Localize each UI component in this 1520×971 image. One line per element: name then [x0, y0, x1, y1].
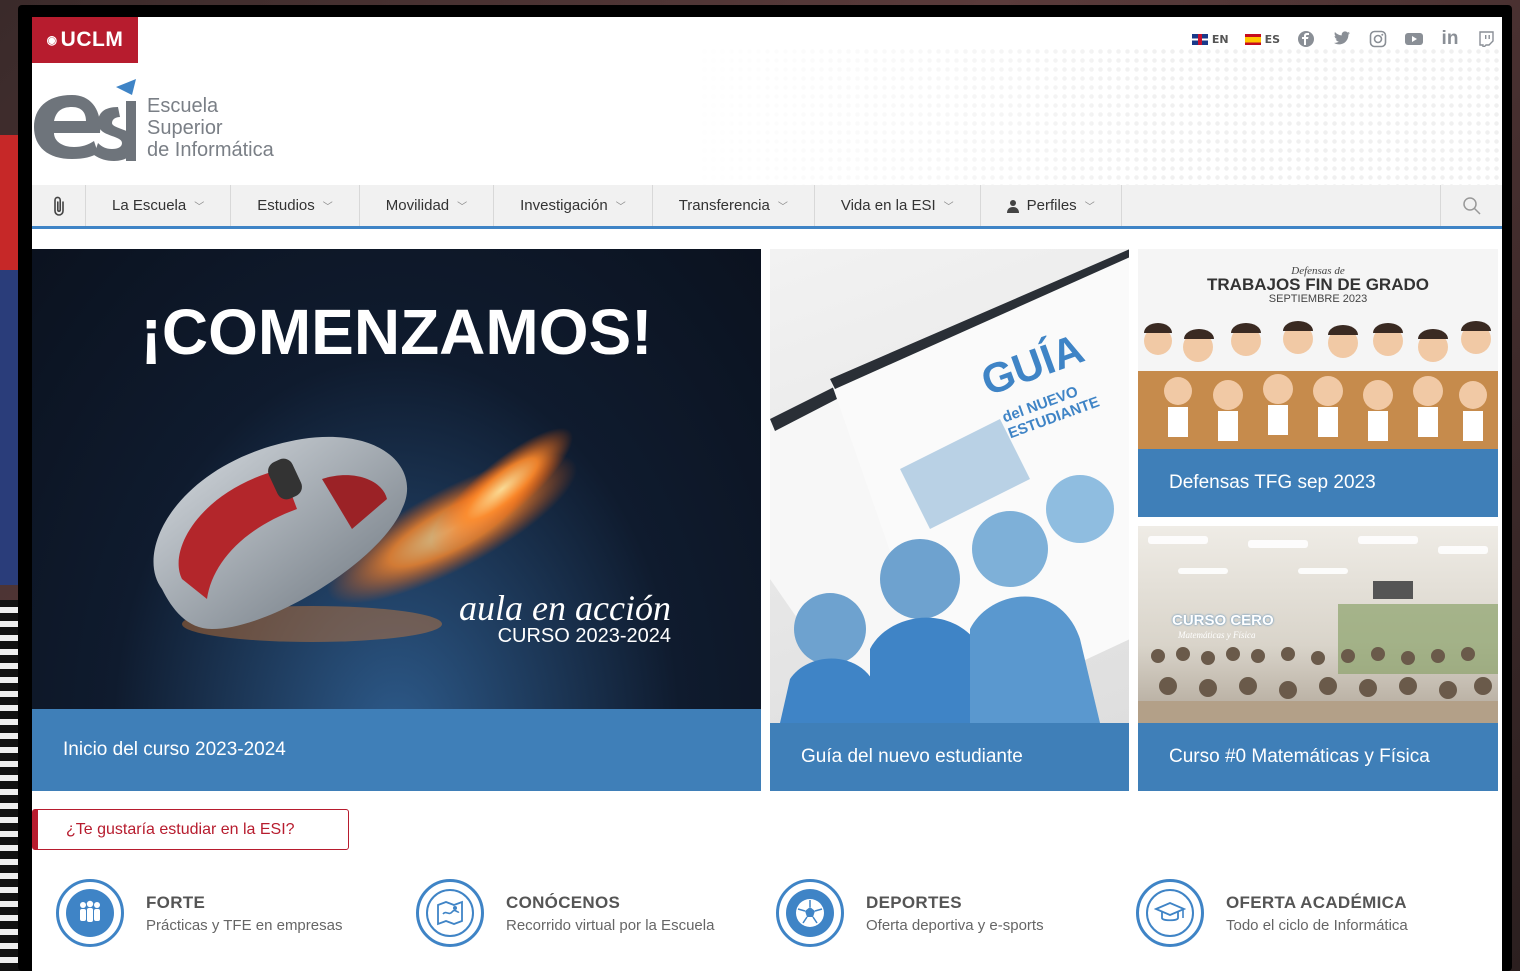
nav-label: Estudios	[257, 197, 315, 214]
feature-deportes[interactable]: DEPORTES Oferta deportiva y e-sports	[776, 877, 1136, 949]
nav-perfiles[interactable]: Perfiles ﹀	[981, 185, 1122, 226]
search-icon[interactable]	[1440, 185, 1502, 226]
chevron-down-icon: ﹀	[1084, 202, 1095, 213]
lang-es-link[interactable]: ES	[1244, 32, 1280, 46]
hero-headline: ¡COMENZAMOS!	[140, 296, 653, 368]
chevron-down-icon: ﹀	[194, 202, 205, 213]
feature-title: OFERTA ACADÉMICA	[1226, 892, 1407, 912]
twitch-icon[interactable]	[1476, 29, 1496, 49]
nav-label: Perfiles	[1026, 197, 1077, 214]
site-header: ◉ UCLM Escuela Superior de Informática E…	[32, 17, 1502, 187]
feature-subtitle: Recorrido virtual por la Escuela	[506, 916, 715, 934]
chevron-down-icon: ﹀	[457, 202, 468, 213]
feature-forte[interactable]: FORTE Prácticas y TFE en empresas	[56, 877, 416, 949]
paperclip-icon[interactable]	[32, 185, 86, 226]
nav-estudios[interactable]: Estudios ﹀	[231, 185, 360, 226]
social-bar: EN ES in	[1191, 28, 1496, 49]
user-icon	[1006, 199, 1019, 213]
tfg-date: SEPTIEMBRE 2023	[1268, 293, 1368, 305]
cta-label: ¿Te gustaría estudiar en la ESI?	[66, 820, 295, 838]
feature-title: CONÓCENOS	[506, 892, 621, 912]
hero-tagline: aula en acción	[459, 588, 671, 628]
guide-booklet-image	[770, 249, 1129, 723]
esi-name: Escuela Superior de Informática	[147, 95, 274, 161]
card-curso-cero[interactable]: CURSO CERO Matemáticas y Física Curso #0…	[1138, 526, 1498, 791]
browser-window: ◉ UCLM Escuela Superior de Informática E…	[18, 5, 1512, 971]
people-icon	[56, 879, 124, 947]
chevron-down-icon: ﹀	[322, 202, 333, 213]
uk-flag-icon	[1191, 33, 1208, 45]
header-pattern	[682, 47, 1502, 187]
web-page: ◉ UCLM Escuela Superior de Informática E…	[32, 17, 1502, 971]
linkedin-icon[interactable]: in	[1440, 28, 1460, 49]
nav-transferencia[interactable]: Transferencia ﹀	[653, 185, 815, 226]
card-defensas-tfg[interactable]: Defensas de TRABAJOS FIN DE GRADO SEPTIE…	[1138, 249, 1498, 517]
curso-cero-banner: CURSO CERO	[1172, 612, 1274, 629]
lang-en-link[interactable]: EN	[1191, 32, 1229, 46]
nav-investigacion[interactable]: Investigación ﹀	[494, 185, 653, 226]
nav-label: Transferencia	[678, 197, 770, 214]
youtube-icon[interactable]	[1404, 29, 1424, 49]
main-nav: La Escuela ﹀ Estudios ﹀ Movilidad ﹀ Inve…	[32, 185, 1502, 229]
feature-subtitle: Oferta deportiva y e-sports	[866, 916, 1044, 934]
feature-subtitle: Prácticas y TFE en empresas	[146, 916, 343, 934]
spain-flag-icon	[1244, 33, 1261, 45]
instagram-icon[interactable]	[1368, 29, 1388, 49]
nav-label: La Escuela	[112, 197, 187, 214]
card-guia-estudiante[interactable]: GUÍA del NUEVO ESTUDIANTE Guía del nuevo…	[770, 249, 1129, 791]
study-at-esi-button[interactable]: ¿Te gustaría estudiar en la ESI?	[32, 809, 349, 850]
nav-la-escuela[interactable]: La Escuela ﹀	[86, 185, 232, 226]
facebook-icon[interactable]	[1296, 29, 1316, 49]
lang-en-label: EN	[1211, 32, 1229, 46]
esi-name-line: Escuela	[147, 95, 219, 117]
graduation-cap-icon	[1136, 879, 1204, 947]
chevron-down-icon: ﹀	[943, 202, 954, 213]
map-icon	[416, 879, 484, 947]
feature-title: FORTE	[146, 892, 206, 912]
chevron-down-icon: ﹀	[615, 202, 626, 213]
esi-name-line: de Informática	[147, 139, 274, 161]
curso-cero-banner-sub: Matemáticas y Física	[1178, 630, 1256, 640]
hero-course: CURSO 2023-2024	[497, 625, 671, 647]
hero-card-inicio-curso[interactable]: ¡COMENZAMOS! aula en acción CURSO 2023-2…	[32, 249, 761, 791]
card-caption: Defensas TFG sep 2023	[1138, 449, 1498, 517]
esi-logo[interactable]	[32, 77, 138, 167]
card-caption: Guía del nuevo estudiante	[770, 723, 1129, 791]
nav-label: Investigación	[520, 197, 608, 214]
card-caption: Curso #0 Matemáticas y Física	[1138, 723, 1498, 791]
nav-movilidad[interactable]: Movilidad ﹀	[360, 185, 495, 226]
feature-conocenos[interactable]: CONÓCENOS Recorrido virtual por la Escue…	[416, 877, 776, 949]
lang-es-label: ES	[1264, 32, 1280, 46]
feature-oferta-academica[interactable]: OFERTA ACADÉMICA Todo el ciclo de Inform…	[1136, 877, 1496, 949]
nav-vida-en-la-esi[interactable]: Vida en la ESI ﹀	[815, 185, 981, 226]
uclm-logo[interactable]: ◉ UCLM	[32, 17, 138, 63]
twitter-icon[interactable]	[1332, 29, 1352, 49]
wifi-icon: ◉	[46, 33, 58, 47]
graduates-photo	[1138, 321, 1498, 451]
features-row: FORTE Prácticas y TFE en empresas CONÓCE…	[56, 877, 1496, 949]
football-icon	[776, 879, 844, 947]
feature-subtitle: Todo el ciclo de Informática	[1226, 916, 1408, 934]
feature-title: DEPORTES	[866, 892, 962, 912]
uclm-logo-text: UCLM	[60, 28, 124, 51]
card-caption: Inicio del curso 2023-2024	[32, 709, 761, 791]
esi-name-line: Superior	[147, 117, 223, 139]
chevron-down-icon: ﹀	[777, 202, 788, 213]
tfg-title: TRABAJOS FIN DE GRADO	[1207, 275, 1429, 294]
nav-label: Movilidad	[385, 197, 450, 214]
nav-label: Vida en la ESI	[840, 197, 936, 214]
